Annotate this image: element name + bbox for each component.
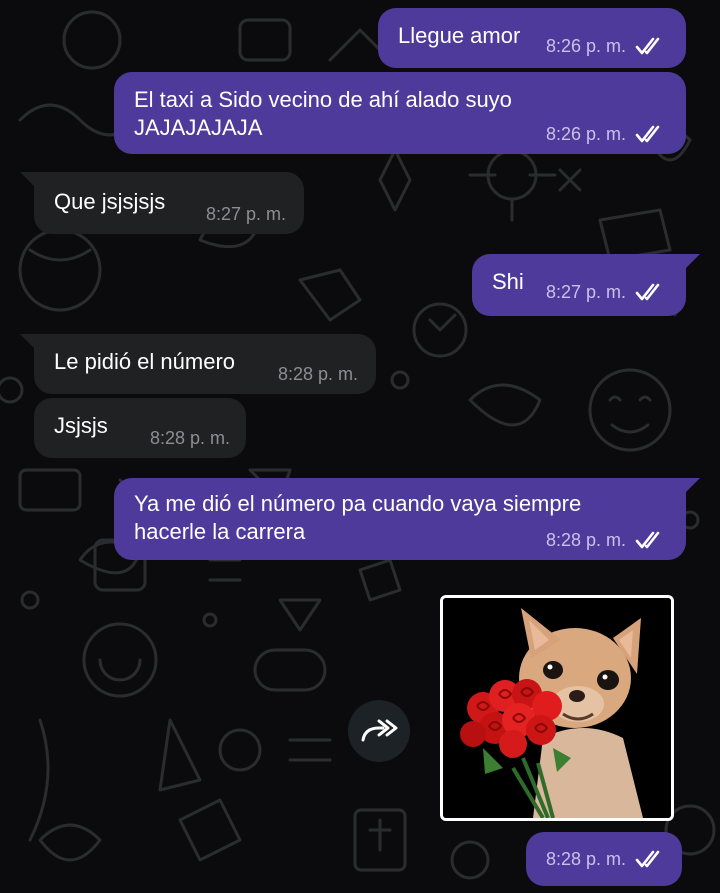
- message-time: 8:28 p. m.: [277, 364, 358, 384]
- message-bubble-outgoing[interactable]: Llegue amor 8:26 p. m.: [378, 8, 686, 68]
- forward-button[interactable]: [348, 700, 410, 762]
- message-text-line-1: Ya me dió el número pa cuando vaya siemp…: [134, 491, 582, 516]
- message-time: 8:27 p. m.: [545, 282, 626, 302]
- message-time: 8:26 p. m.: [545, 36, 626, 56]
- double-check-icon: [635, 283, 660, 301]
- chat-view: Llegue amor 8:26 p. m. El taxi a Sido ve…: [0, 0, 720, 893]
- message-bubble-incoming[interactable]: Jsjsjs 8:28 p. m.: [34, 398, 246, 458]
- forward-share-icon: [361, 719, 398, 742]
- message-text: Jsjsjs: [54, 413, 108, 438]
- message-text-line-2: hacerle la carrera: [134, 519, 306, 544]
- message-time: 8:27 p. m.: [205, 204, 286, 224]
- message-text-line-2: JAJAJAJAJA: [134, 115, 263, 140]
- double-check-icon: [635, 125, 660, 143]
- message-meta: 8:28 p. m.: [546, 530, 666, 550]
- message-time: 8:26 p. m.: [545, 124, 626, 144]
- message-bubble-outgoing[interactable]: Ya me dió el número pa cuando vaya siemp…: [114, 478, 686, 560]
- message-meta: 8:27 p. m.: [546, 282, 666, 302]
- message-time: 8:28 p. m.: [545, 849, 626, 869]
- message-time: 8:28 p. m.: [149, 428, 230, 448]
- message-meta: 8:26 p. m.: [546, 124, 666, 144]
- message-time: 8:28 p. m.: [545, 530, 626, 550]
- double-check-icon: [635, 37, 660, 55]
- message-text: Le pidió el número: [54, 349, 236, 374]
- message-text-line-1: El taxi a Sido vecino de ahí alado suyo: [134, 87, 512, 112]
- double-check-icon: [635, 850, 660, 868]
- message-meta: 8:28 p. m.: [150, 428, 230, 448]
- message-meta: 8:26 p. m.: [546, 36, 666, 56]
- message-meta: 8:28 p. m.: [278, 364, 358, 384]
- message-text: Que jsjsjsjs: [54, 189, 166, 214]
- double-check-icon: [635, 531, 660, 549]
- chihuahua-with-roses-image[interactable]: [440, 595, 674, 821]
- message-bubble-incoming[interactable]: Que jsjsjsjs 8:27 p. m.: [34, 172, 304, 234]
- message-meta: 8:28 p. m.: [546, 849, 666, 869]
- message-meta: 8:27 p. m.: [206, 204, 286, 224]
- message-bubble-incoming[interactable]: Le pidió el número 8:28 p. m.: [34, 334, 376, 394]
- message-bubble-outgoing[interactable]: El taxi a Sido vecino de ahí alado suyo …: [114, 72, 686, 154]
- sticker-time-bubble[interactable]: 8:28 p. m.: [526, 832, 682, 886]
- message-bubble-outgoing[interactable]: Shi 8:27 p. m.: [472, 254, 686, 316]
- sticker-illustration: [443, 598, 671, 818]
- message-text: Shi: [492, 269, 524, 294]
- message-text: Llegue amor: [398, 23, 521, 48]
